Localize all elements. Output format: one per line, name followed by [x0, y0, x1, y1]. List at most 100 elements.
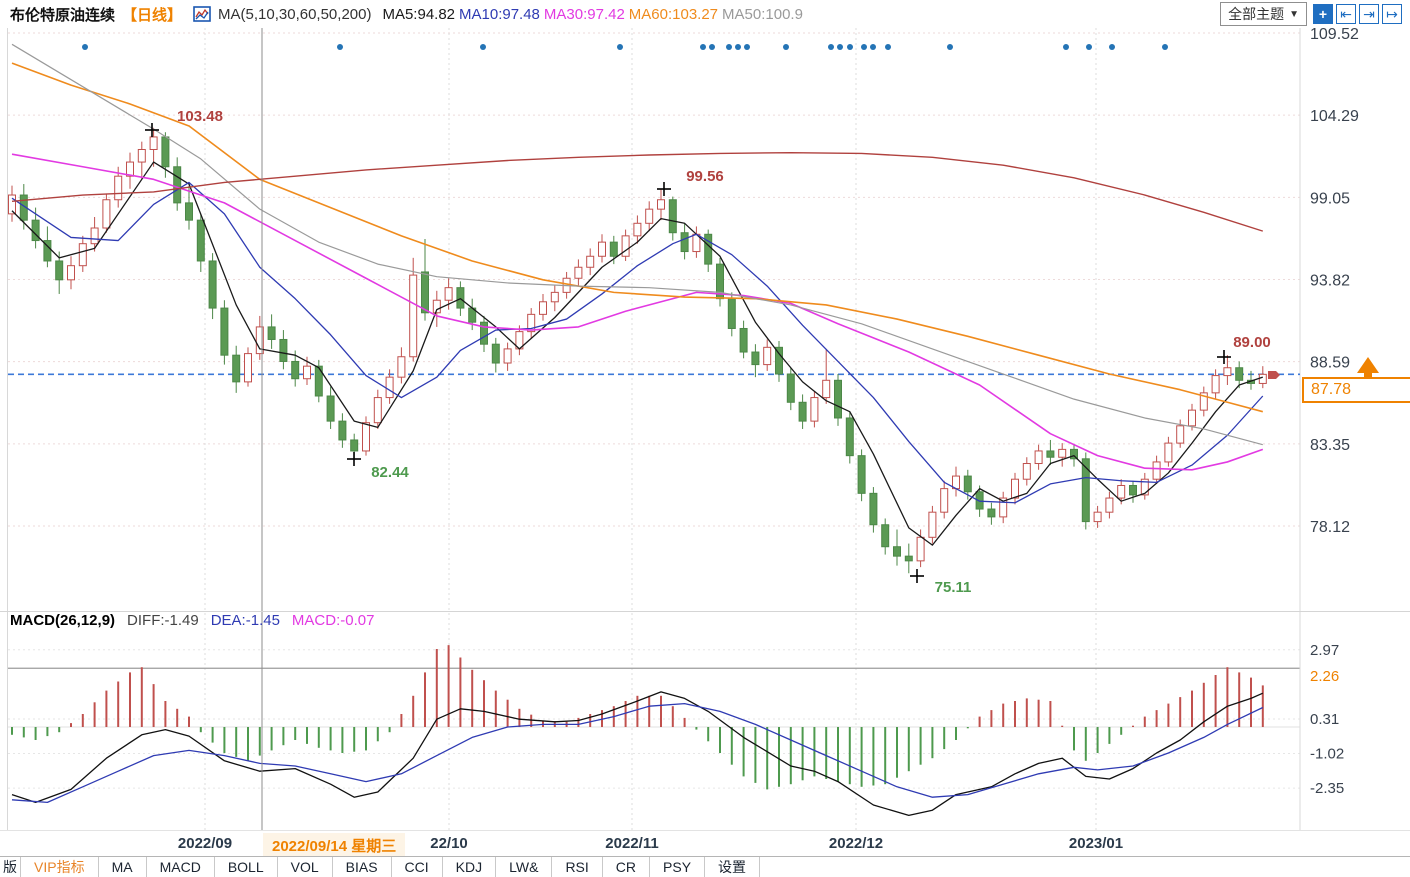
macd-axis-label: -1.02 [1310, 746, 1344, 763]
candle-body [351, 440, 358, 451]
candle-body [587, 256, 594, 267]
period-tag: 【日线】 [122, 4, 182, 25]
event-dot [1063, 44, 1069, 50]
left-border [7, 0, 8, 877]
pan-tool-button[interactable]: + [1313, 4, 1333, 24]
event-dot [861, 44, 867, 50]
macd-axis-label: 2.97 [1310, 642, 1339, 659]
candle-body [280, 339, 287, 361]
candle-body [1094, 512, 1101, 521]
tab-RSI[interactable]: RSI [552, 857, 602, 877]
event-dot [700, 44, 706, 50]
price-annotation: 75.11 [935, 579, 972, 596]
expand-axis-button[interactable]: ⇥ [1359, 4, 1379, 24]
tab-VOL[interactable]: VOL [278, 857, 333, 877]
tab-BIAS[interactable]: BIAS [333, 857, 392, 877]
candle-body [1153, 462, 1160, 479]
tab-KDJ[interactable]: KDJ [443, 857, 496, 877]
price-annotation: 89.00 [1233, 334, 1271, 351]
candle-body [410, 275, 417, 357]
candle-body [304, 366, 311, 379]
event-dot [744, 44, 750, 50]
candle-body [79, 244, 86, 266]
candle-body [835, 380, 842, 418]
macd-axis-label: -2.35 [1310, 780, 1344, 797]
candle-body [575, 267, 582, 278]
last-bar-marker [1268, 371, 1280, 379]
candle-body [91, 228, 98, 244]
event-dot [1162, 44, 1168, 50]
candle-body [551, 292, 558, 301]
candle-body [799, 402, 806, 421]
price-annotation: 82.44 [371, 464, 409, 481]
candle-body [811, 398, 818, 422]
event-dot [337, 44, 343, 50]
macd-ref-label: 2.26 [1310, 668, 1339, 685]
ma-value: MA50:100.9 [722, 6, 803, 23]
candle-body [610, 242, 617, 256]
candle-body [150, 137, 157, 150]
candle-body [386, 377, 393, 397]
date-label: 22/10 [430, 835, 468, 852]
ma-values: MA5:94.82MA10:97.48MA30:97.42MA60:103.27… [378, 6, 802, 23]
price-annotation: 99.56 [686, 168, 724, 185]
candle-body [56, 261, 63, 280]
candle-body [115, 176, 122, 200]
tab-LW&[interactable]: LW& [496, 857, 552, 877]
macd-value-label: MACD:-0.07 [292, 612, 375, 632]
tab-MACD[interactable]: MACD [147, 857, 215, 877]
candle-body [186, 203, 193, 220]
candle-body [858, 456, 865, 494]
diff-value-label: DIFF:-1.49 [127, 612, 199, 632]
candle-body [457, 288, 464, 308]
candle-body [988, 509, 995, 517]
candle-body [787, 374, 794, 402]
tab-BOLL[interactable]: BOLL [215, 857, 278, 877]
theme-dropdown-label: 全部主题 [1228, 4, 1284, 24]
candle-body [445, 288, 452, 301]
candle-body [941, 489, 948, 513]
event-dot [847, 44, 853, 50]
event-dot [735, 44, 741, 50]
date-axis-bar: 2022/09/14 星期三 2022/0922/102022/112022/1… [0, 830, 1410, 857]
candle-body [1023, 464, 1030, 480]
candlestick-chart-canvas[interactable]: 103.4899.5689.0082.4475.11109.52104.2999… [0, 0, 1410, 877]
event-dot [885, 44, 891, 50]
candle-body [705, 234, 712, 264]
tab-设置[interactable]: 设置 [705, 857, 760, 877]
theme-dropdown[interactable]: 全部主题 ▼ [1220, 2, 1307, 26]
candle-body [209, 261, 216, 308]
y-axis-label: 104.29 [1310, 108, 1359, 125]
chart-icon [193, 6, 211, 22]
candle-body [1130, 485, 1137, 494]
date-label: 2023/01 [1069, 835, 1123, 852]
ma-value: MA30:97.42 [544, 6, 625, 23]
compress-axis-button[interactable]: ⇤ [1336, 4, 1356, 24]
tab-CCI[interactable]: CCI [392, 857, 443, 877]
candle-body [846, 418, 853, 456]
tab-VIP指标[interactable]: VIP指标 [21, 857, 99, 877]
candle-body [1165, 443, 1172, 462]
date-label: 2022/11 [605, 835, 658, 852]
candle-body [197, 220, 204, 261]
candle-body [599, 242, 606, 256]
candle-body [327, 396, 334, 421]
tab-CR[interactable]: CR [603, 857, 650, 877]
chart-header: 布伦特原油连续 【日线】 MA(5,10,30,60,50,200) MA5:9… [0, 0, 1410, 28]
candle-body [1189, 410, 1196, 426]
tab-版[interactable]: 版 [0, 857, 21, 877]
crosshair-date-label: 2022/09/14 星期三 [263, 833, 405, 858]
candle-body [929, 512, 936, 537]
tab-PSY[interactable]: PSY [650, 857, 705, 877]
event-dot [870, 44, 876, 50]
candle-body [162, 137, 169, 167]
candle-body [398, 357, 405, 377]
shift-right-button[interactable]: ↦ [1382, 4, 1402, 24]
candle-body [658, 200, 665, 209]
header-right-controls: 全部主题 ▼ +⇤⇥↦ [1220, 2, 1410, 26]
tab-MA[interactable]: MA [99, 857, 147, 877]
candle-body [1035, 451, 1042, 464]
indicator-tab-bar: 版VIP指标MAMACDBOLLVOLBIASCCIKDJLW&RSICRPSY… [0, 856, 1410, 877]
current-price-box: 87.78 [1302, 377, 1410, 403]
ma-value: MA60:103.27 [629, 6, 718, 23]
